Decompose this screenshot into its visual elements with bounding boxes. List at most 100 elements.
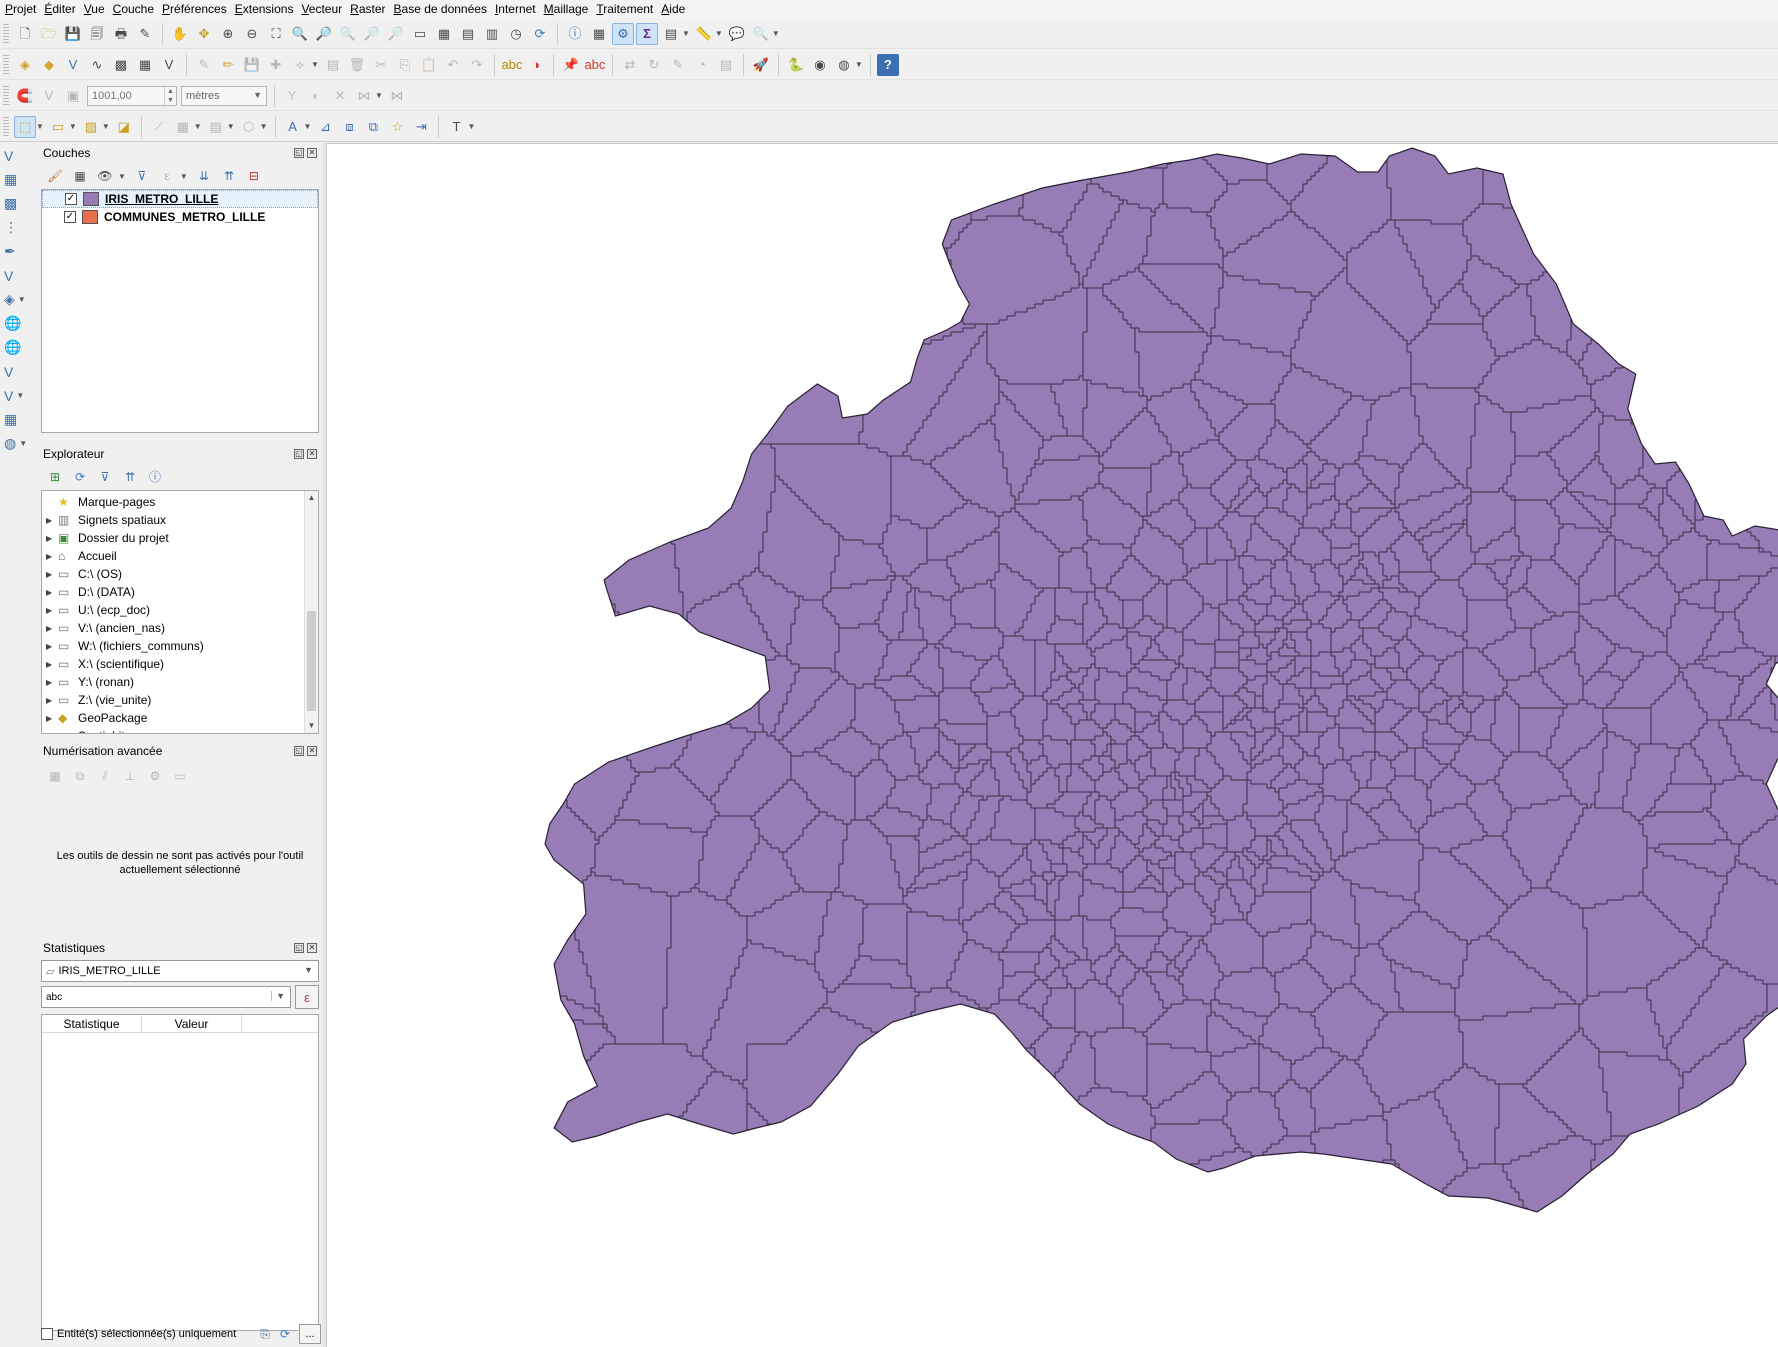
style-manager-icon[interactable]: ✎ [134, 23, 156, 45]
advanced-tracing-icon[interactable]: ⋈ [386, 85, 408, 107]
close-panel-icon[interactable]: ✕ [307, 943, 317, 953]
close-panel-icon[interactable]: ✕ [307, 746, 317, 756]
refresh-icon[interactable]: ⟳ [529, 23, 551, 45]
browser-item[interactable]: ▶ ▭ W:\ (fichiers_communs) [42, 637, 318, 655]
redo-icon[interactable]: ↷ [466, 54, 488, 76]
save-project-icon[interactable]: 💾 [62, 23, 84, 45]
float-panel-icon[interactable]: ◱ [294, 449, 304, 459]
data-source-manager-icon[interactable]: ◈ [14, 54, 36, 76]
modify-attributes-icon[interactable]: ▤ [322, 54, 344, 76]
construction-mode-icon[interactable]: ⧉ [70, 766, 90, 786]
layer-visibility-checkbox[interactable]: ✓ [65, 193, 77, 205]
snapping-magnet-icon[interactable]: 🧲 [14, 85, 36, 107]
menu-item-2[interactable]: Vue [83, 0, 112, 18]
select-by-value-icon[interactable]: ▭ [47, 116, 69, 138]
digitizing-settings-icon[interactable]: ⚙ [145, 766, 165, 786]
measure-icon[interactable]: 📏 [693, 23, 715, 45]
statistics-field-select[interactable]: abc ▼ [41, 986, 291, 1008]
show-hide-labels-icon[interactable]: abc [584, 54, 606, 76]
save-edits-icon[interactable]: 💾 [241, 54, 263, 76]
menu-item-10[interactable]: Maillage [543, 0, 596, 18]
pan-icon[interactable]: ✋ [169, 23, 191, 45]
floater-icon[interactable]: ▭ [170, 766, 190, 786]
add-raster-icon[interactable]: ∿ [86, 54, 108, 76]
plugin-web-icon[interactable]: ◍ [833, 54, 855, 76]
manage-map-themes-icon[interactable]: 👁 [95, 166, 115, 186]
filter-browser-icon[interactable]: ⊽ [95, 467, 115, 487]
menu-item-6[interactable]: Vecteur [300, 0, 349, 18]
help-icon[interactable]: ? [876, 53, 899, 76]
add-wcs-icon[interactable]: V [4, 360, 34, 383]
add-database-icon[interactable]: ▦ [134, 54, 156, 76]
browser-item[interactable]: ▶ ▭ Y:\ (ronan) [42, 673, 318, 691]
zoom-full-icon[interactable]: ⛶ [265, 23, 287, 45]
open-table-icon[interactable]: ▤ [660, 23, 682, 45]
map-canvas[interactable] [326, 143, 1778, 1347]
browser-item[interactable]: ▶ ▭ U:\ (ecp_doc) [42, 601, 318, 619]
statistics-icon[interactable]: Σ [636, 22, 658, 45]
expand-arrow-icon[interactable]: ▶ [46, 552, 58, 561]
label-props-icon[interactable]: ▤ [715, 54, 737, 76]
pan-to-selection-icon[interactable]: ✥ [193, 23, 215, 45]
undo-icon[interactable]: ↶ [442, 54, 464, 76]
cut-icon[interactable]: ✂ [370, 54, 392, 76]
attribute-table-icon[interactable]: ▦ [588, 23, 610, 45]
float-panel-icon[interactable]: ◱ [294, 943, 304, 953]
statistics-layer-select[interactable]: ▱ IRIS_METRO_LILLE ▼ [41, 960, 319, 982]
text-annotation-icon[interactable]: 🔍 [750, 23, 772, 45]
enable-advanced-digitizing-icon[interactable]: ▦ [45, 766, 65, 786]
new-temporary-layer-icon[interactable]: ▦ [4, 408, 34, 431]
add-raster-layer-icon[interactable]: ▦ [4, 168, 34, 191]
zoom-last-icon[interactable]: 🔎 [361, 23, 383, 45]
parallel-icon[interactable]: ⫽ [95, 766, 115, 786]
toggle-editing-icon[interactable]: ✎ [193, 54, 215, 76]
layer-visibility-checkbox[interactable]: ✓ [64, 211, 76, 223]
browser-item[interactable]: ▶ ▭ X:\ (scientifique) [42, 655, 318, 673]
rotate-label-icon[interactable]: ↻ [643, 54, 665, 76]
browser-item[interactable]: ▶✒SpatiaLite [42, 727, 318, 733]
snapping-units-select[interactable]: mètres ▼ [181, 85, 267, 106]
add-delimited-text-icon[interactable]: ⋮ [4, 216, 34, 239]
float-panel-icon[interactable]: ◱ [294, 746, 304, 756]
refresh-browser-icon[interactable]: ⟳ [70, 467, 90, 487]
toolbox-icon[interactable]: ⚙ [612, 22, 634, 45]
menu-item-5[interactable]: Extensions [234, 0, 301, 18]
add-group-icon[interactable]: ▦ [70, 166, 90, 186]
expand-arrow-icon[interactable]: ▶ [46, 534, 58, 543]
zoom-layer-icon[interactable]: 🔎 [313, 23, 335, 45]
label-icon[interactable]: abc [501, 54, 523, 76]
layer-labeling-icon[interactable]: ◑ [525, 54, 547, 76]
snapping-mode-icon[interactable]: V [38, 85, 60, 107]
stats-options-button[interactable]: ... [299, 1324, 321, 1344]
expand-arrow-icon[interactable]: ▶ [46, 606, 58, 615]
browser-item[interactable]: ▶ ▥ Signets spatiaux [42, 511, 318, 529]
menu-item-8[interactable]: Base de données [393, 0, 494, 18]
menu-item-7[interactable]: Raster [349, 0, 392, 18]
vertex-tool-icon[interactable]: ⟡ [289, 54, 311, 76]
zoom-in-icon[interactable]: ⊕ [217, 23, 239, 45]
new-geopackage-icon[interactable]: ◆ [38, 54, 60, 76]
add-feature-icon[interactable]: ✚ [265, 54, 287, 76]
add-circular-string-icon[interactable]: ⟋ [148, 116, 170, 138]
browser-item[interactable]: ▶ ▭ C:\ (OS) [42, 565, 318, 583]
new-shapefile-icon[interactable]: ◍ ▼ [4, 432, 34, 455]
scroll-up-icon[interactable]: ▲ [305, 491, 318, 505]
new-project-icon[interactable]: 🗋 [14, 23, 36, 45]
split-features-icon[interactable]: ⇥ [410, 116, 432, 138]
menu-item-12[interactable]: Aide [660, 0, 692, 18]
add-mesh-icon[interactable]: ▩ [110, 54, 132, 76]
zoom-native-icon[interactable]: 🔍 [337, 23, 359, 45]
reshape-icon[interactable]: ⧈ [338, 116, 360, 138]
spatial-bookmark-icon[interactable]: ▤ [457, 23, 479, 45]
save-as-icon[interactable]: 🗐 [86, 23, 108, 45]
map-layer-iris[interactable] [327, 144, 1778, 1347]
menu-item-1[interactable]: Éditer [43, 0, 82, 18]
float-panel-icon[interactable]: ◱ [294, 148, 304, 158]
menu-item-4[interactable]: Préférences [161, 0, 234, 18]
select-features-icon[interactable]: ⬚ [14, 115, 36, 138]
scroll-down-icon[interactable]: ▼ [305, 719, 318, 733]
layer-symbol-icon[interactable] [82, 210, 98, 224]
add-ellipse-icon[interactable]: ▦ [172, 116, 194, 138]
add-vector-layer-icon[interactable]: V [4, 144, 34, 167]
toolbar-grip[interactable] [3, 116, 9, 137]
